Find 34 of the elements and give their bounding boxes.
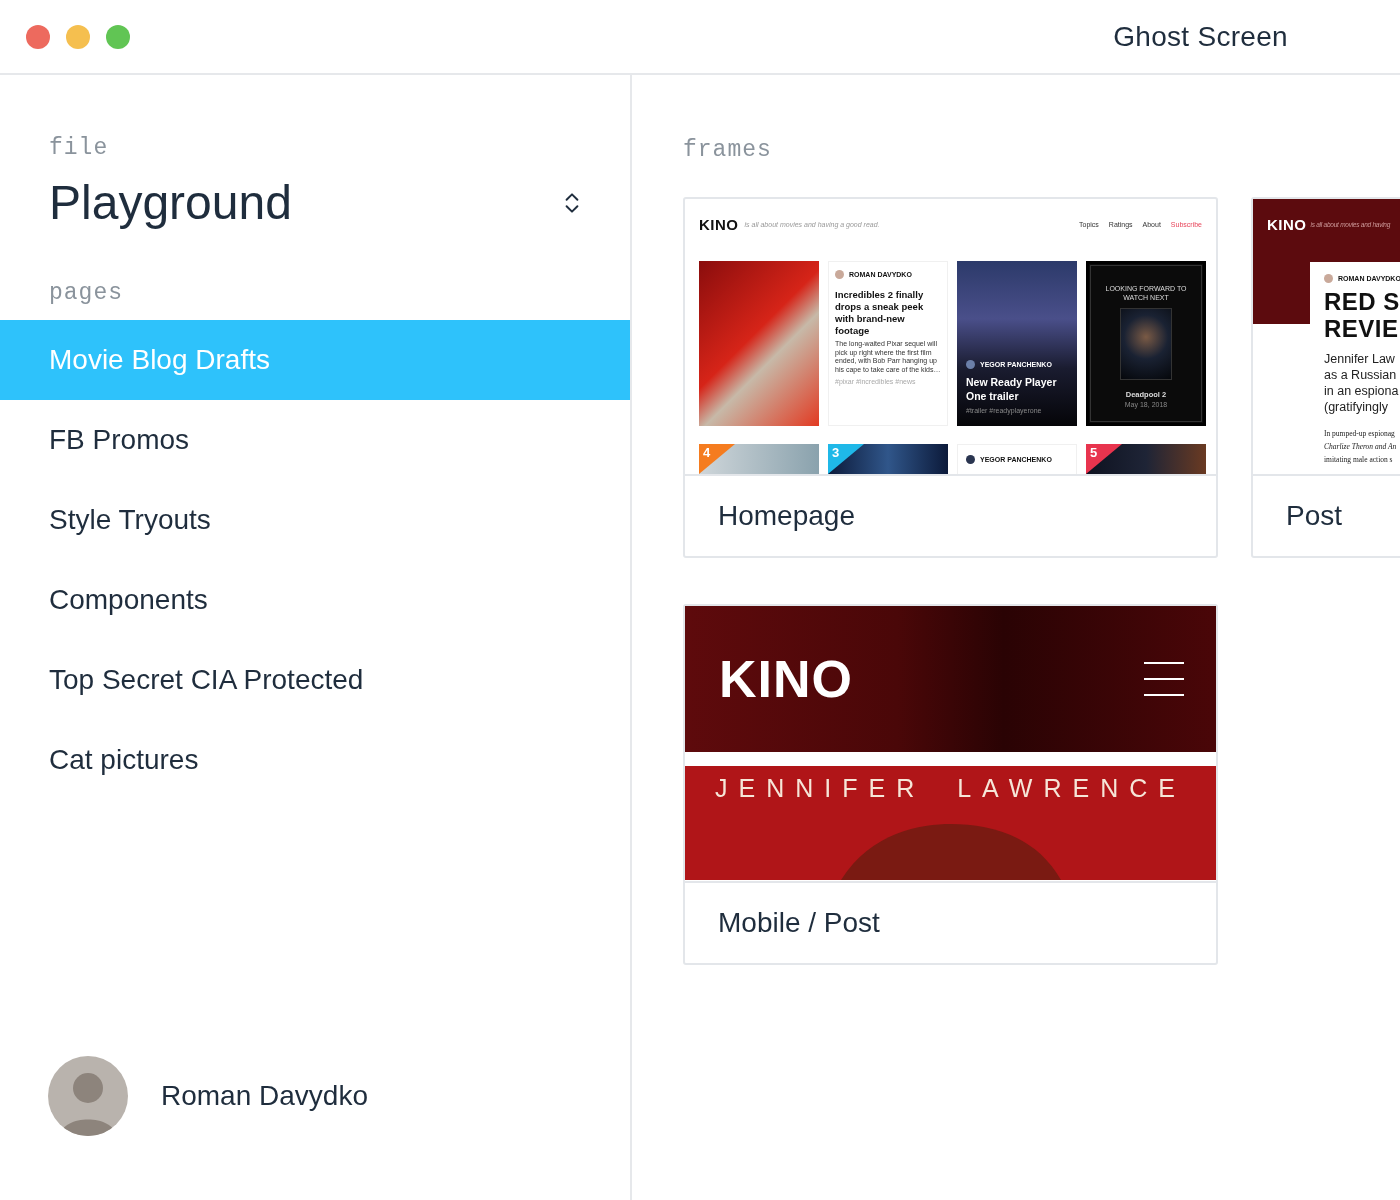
logo: KINO [699, 215, 739, 233]
section-label: file [49, 135, 110, 161]
rank-badge: 4 [699, 444, 735, 474]
logo: KINO [1267, 216, 1307, 233]
section-label: frames [683, 137, 773, 163]
avatar-icon [966, 455, 975, 464]
frame-title: Homepage [717, 499, 856, 533]
file-name: Playground [49, 175, 292, 230]
article-title: RED S REVIE [1324, 288, 1400, 342]
article-title: Incredibles 2 finally drops a sneak peek with brand-new footage [835, 289, 925, 337]
menu-icon[interactable] [1144, 662, 1184, 696]
frame-card[interactable]: KINO JENNIFER LAWRENCE Mobile / Post [683, 604, 1218, 965]
user-name: Roman Davydko [161, 1080, 368, 1112]
page-item[interactable]: Components [0, 560, 630, 640]
avatar-icon [966, 360, 975, 369]
poster-placeholder [1120, 308, 1172, 380]
page-item[interactable]: Top Secret CIA Protected [0, 640, 630, 720]
feature-title: New Ready Player One trailer [966, 375, 1058, 403]
avatar-icon [1324, 274, 1333, 283]
page-item[interactable]: FB Promos [0, 400, 630, 480]
logo: KINO [719, 649, 853, 709]
frame-card[interactable] [683, 197, 1218, 558]
rank-badge: 3 [828, 444, 864, 474]
rank-badge: 5 [1086, 444, 1122, 474]
avatar-icon [835, 270, 844, 279]
frame-title: Post [1285, 499, 1344, 533]
window-title: Ghost Screen [1113, 20, 1288, 53]
frame-title: Mobile / Post [717, 906, 881, 940]
page-item[interactable]: Cat pictures [0, 720, 630, 800]
hero-headline: JENNIFER LAWRENCE [715, 774, 1186, 803]
page-item[interactable]: Style Tryouts [0, 480, 630, 560]
section-label: pages [49, 280, 124, 306]
close-button[interactable] [26, 24, 50, 49]
article-lead: Jennifer Law as a Russian in an espiona (gratifyingly [1324, 351, 1400, 415]
